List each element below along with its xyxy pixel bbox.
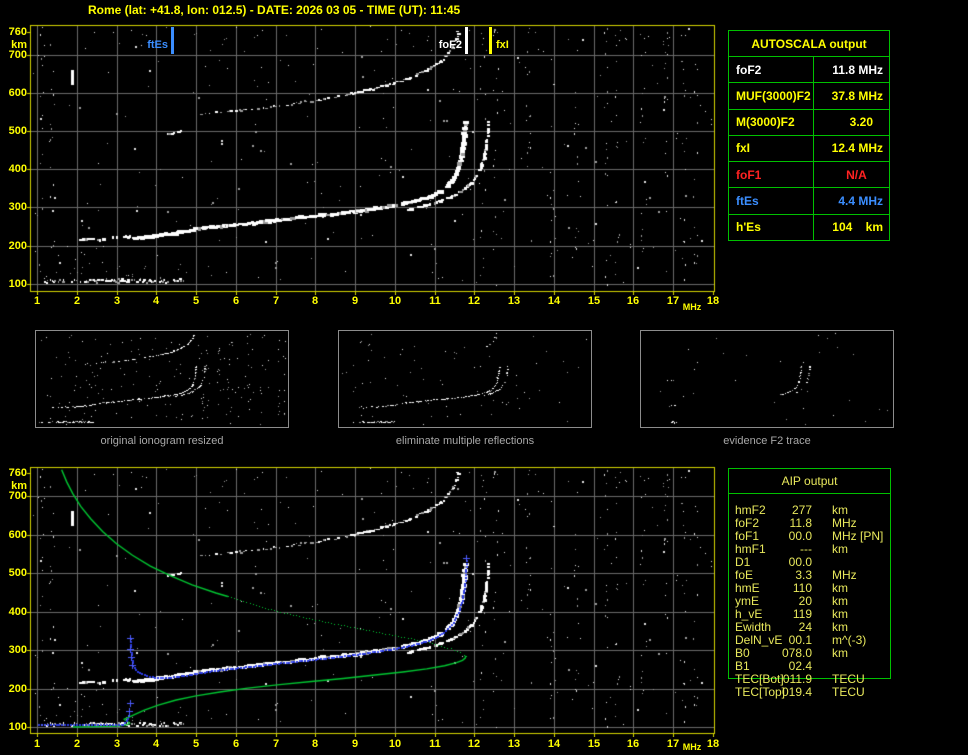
autoscala-row-label-MUF(3000)F2: MUF(3000)F2 [729,82,813,108]
top-x-tick-10: 10 [388,295,402,307]
bot-x-tick-14: 14 [547,738,561,750]
bot-y-tick-200: 200 [8,683,27,695]
bot-x-tick-1: 1 [33,738,41,750]
aip-row-unit: TECU [832,685,865,699]
autoscala-row-value-foF1: N/A [813,161,889,188]
top-y-tick-600: 600 [8,87,27,99]
autoscala-output-table: AUTOSCALA output foF2 11.8 MHz MUF(3000)F2… [728,30,890,241]
top-x-tick-9: 9 [351,295,359,307]
top-x-tick-13: 13 [507,295,521,307]
aip-output-table: AIP output hmF2 277 km foF2 11.8 MHz foF1 00.0 M… [728,468,891,700]
bot-x-tick-13: 13 [507,738,521,750]
top-x-tick-2: 2 [73,295,81,307]
autoscala-row-value-ftEs: 4.4 MHz [813,187,889,214]
bot-x-tick-7: 7 [272,738,280,750]
mini-panel-no-multiples [338,330,592,428]
top-y-tick-700: 700 [8,49,27,61]
aip-row-TEC[Top]: TEC[Top] 019.4 TECU [728,686,891,699]
bot-y-tick-100: 100 [8,721,27,733]
bot-x-tick-15: 15 [587,738,601,750]
top-x-tick-12: 12 [467,295,481,307]
aip-table-separator [728,493,891,494]
autoscala-window: { "title": "Rome (lat: +41.8, lon: 012.5… [0,0,968,755]
autoscala-row-value-fxI: 12.4 MHz [813,134,889,162]
bot-x-tick-9: 9 [351,738,359,750]
top-x-tick-1: 1 [33,295,41,307]
ftEs-marker-label: ftEs [147,39,168,51]
bot-y-tick-300: 300 [8,644,27,656]
mini-panel-evidence-caption: evidence F2 trace [723,435,811,447]
autoscala-row-label-M(3000)F2: M(3000)F2 [729,108,813,135]
autoscala-row-label-ftEs: ftEs [729,187,813,213]
top-x-tick-14: 14 [547,295,561,307]
mini-panel-no-multiples-caption: eliminate multiple reflections [395,435,535,447]
bot-x-tick-4: 4 [152,738,160,750]
mini-panel-no-multiples-plot [339,331,591,427]
autoscala-row-label-foF1: foF1 [729,161,813,187]
fxI-marker-line [489,27,492,54]
autoscala-table-title: AUTOSCALA output [751,36,867,51]
top-x-tick-8: 8 [311,295,319,307]
bot-y-tick-500: 500 [8,567,27,579]
mini-panel-original-plot [36,331,288,427]
bot-x-tick-2: 2 [73,738,81,750]
mini-panel-evidence-plot [641,331,893,427]
top-y-tick-400: 400 [8,163,27,175]
mini-panel-evidence [640,330,894,428]
autoscala-row-label-h'Es: h'Es [729,213,813,240]
top-x-tick-4: 4 [152,295,160,307]
foF2-marker-line [465,27,468,54]
bot-x-tick-8: 8 [311,738,319,750]
bot-y-tick-600: 600 [8,529,27,541]
mini-panel-original-caption: original ionogram resized [100,435,224,447]
top-y-tick-200: 200 [8,240,27,252]
aip-row-unit: km [832,646,848,660]
top-y-tick-100: 100 [8,278,27,290]
top-y-tick-760: 760 [8,26,27,38]
top-ionogram-plot [26,21,718,295]
top-y-tick-500: 500 [8,125,27,137]
bottom-x-axis-unit: MHz [682,742,702,752]
top-y-tick-300: 300 [8,201,27,213]
top-x-tick-7: 7 [272,295,280,307]
ftEs-marker-line [171,27,174,54]
window-title: Rome (lat: +41.8, lon: 012.5) - DATE: 20… [88,3,461,17]
top-x-tick-16: 16 [626,295,640,307]
bottom-ionogram-plot [26,463,718,737]
bot-y-tick-400: 400 [8,606,27,618]
autoscala-row-label-foF2: foF2 [729,56,813,82]
aip-row-extra: [PN] [860,529,884,543]
top-x-tick-11: 11 [429,295,441,307]
autoscala-row-value-h'Es: 104 km [813,213,889,240]
top-x-tick-6: 6 [232,295,240,307]
top-x-axis-unit: MHz [682,302,702,312]
mini-panel-original [35,330,289,428]
top-x-tick-5: 5 [192,295,200,307]
autoscala-row-value-MUF(3000)F2: 37.8 MHz [813,82,889,109]
bot-x-tick-6: 6 [232,738,240,750]
top-x-tick-3: 3 [113,295,121,307]
bot-x-tick-11: 11 [429,738,441,750]
autoscala-row-value-foF2: 11.8 MHz [813,56,889,83]
bot-x-tick-12: 12 [467,738,481,750]
aip-table-title: AIP output [781,474,838,488]
bot-x-tick-16: 16 [626,738,640,750]
bot-y-tick-700: 700 [8,490,27,502]
bot-x-tick-10: 10 [388,738,402,750]
bot-x-tick-5: 5 [192,738,200,750]
autoscala-row-label-fxI: fxI [729,134,813,161]
top-x-tick-15: 15 [587,295,601,307]
aip-row-unit: km [832,542,848,556]
autoscala-row-value-M(3000)F2: 3.20 [813,108,889,135]
bot-x-tick-3: 3 [113,738,121,750]
aip-row-value: 019.4 [781,685,812,699]
foF2-marker-label: foF2 [438,39,462,51]
fxI-marker-label: fxI [496,39,509,51]
bot-y-tick-760: 760 [8,467,27,479]
